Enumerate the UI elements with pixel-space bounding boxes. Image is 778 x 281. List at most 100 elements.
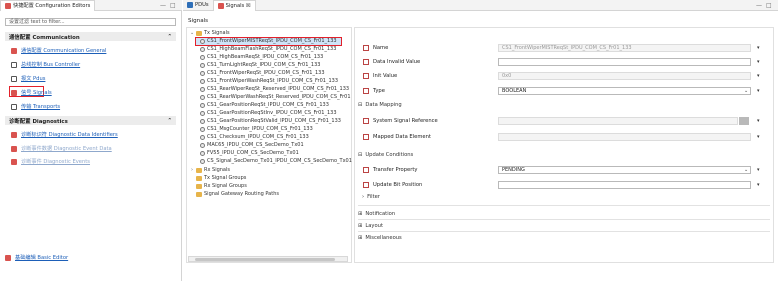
tree-signal-item[interactable]: CS1_FrontWiperWashReqSt_IPDU_COM_CS_Fr01… xyxy=(200,78,338,84)
system-signal-dropdown-icon[interactable]: ▾ xyxy=(757,118,760,124)
folder-icon xyxy=(196,191,202,197)
tree-group-rx-signal-groups[interactable]: Rx Signal Groups xyxy=(190,183,247,189)
left-panel-tabbar: 快捷配置 Configuration Editors — □ xyxy=(0,0,182,11)
tree-signal-item[interactable]: CS1_HighBeamFlashReqSt_IPDU_COM_CS_Fr01_… xyxy=(200,46,336,52)
data-invalid-field[interactable] xyxy=(498,58,751,66)
nav-basic-editor[interactable]: 基础编辑 Basic Editor xyxy=(5,254,68,261)
left-panel: 快捷配置 Configuration Editors — □ 设置过滤 text… xyxy=(0,0,182,281)
mapped-element-dropdown-icon[interactable]: ▾ xyxy=(757,134,760,140)
signal-icon xyxy=(11,89,17,96)
tree-label: CS1_GearPositionReqStInv_IPDU_COM_CS_Fr0… xyxy=(207,110,337,116)
signal-leaf-icon xyxy=(200,70,205,76)
collapse-icon[interactable]: ⊟ xyxy=(358,152,362,158)
minimize-icon[interactable]: — xyxy=(756,2,762,9)
expand-icon[interactable]: › xyxy=(190,167,194,173)
maximize-icon[interactable]: □ xyxy=(170,2,176,9)
section-miscellaneous[interactable]: ⊞ Miscellaneous xyxy=(358,235,402,241)
tree-signal-item[interactable]: CS1_GearPositionReqStValid_IPDU_COM_CS_F… xyxy=(200,118,341,124)
expand-icon[interactable]: › xyxy=(362,194,364,200)
signal-leaf-icon xyxy=(200,118,205,124)
nav-bus-controller[interactable]: 总线控制 Bus Controller xyxy=(11,61,80,68)
nav-signals[interactable]: 信号 Signals xyxy=(11,89,52,96)
tab-label: PDUs xyxy=(195,2,209,8)
section-title: 通信配置 Communication xyxy=(9,34,80,41)
nav-diagnostic-event-data[interactable]: 诊断事件数据 Diagnostic Event Data xyxy=(11,145,112,152)
tab-configuration-editors[interactable]: 快捷配置 Configuration Editors xyxy=(0,0,96,11)
tab-pdus[interactable]: PDUs xyxy=(183,0,213,11)
update-bit-field[interactable] xyxy=(498,181,751,189)
tree-label: CS1_FrontWiperReqSt_IPDU_COM_CS_Fr01_133 xyxy=(207,70,325,76)
transfer-select[interactable]: PENDING xyxy=(498,166,751,174)
tree-label: CS1_FrontWiperMISTReqSt_IPDU_COM_CS_Fr01… xyxy=(207,38,337,44)
filter-input[interactable]: 设置过滤 text to filter... xyxy=(5,18,176,26)
nav-label: 传输 Transports xyxy=(21,104,61,110)
tree-signal-item[interactable]: CS1_MsgCounter_IPDU_COM_CS_Fr01_133 xyxy=(200,126,313,132)
section-data-mapping[interactable]: ⊟ Data Mapping xyxy=(358,102,402,108)
folder-icon xyxy=(196,183,202,189)
system-signal-browse-button[interactable] xyxy=(739,117,749,125)
nav-transports[interactable]: 传输 Transports xyxy=(11,103,60,110)
section-diagnostics[interactable]: 诊断配置 Diagnostics ⌃ xyxy=(5,116,176,125)
data-invalid-dropdown-icon[interactable]: ▾ xyxy=(757,59,760,65)
tree-signal-item[interactable]: FV55_IPDU_COM_CS_SecDemo_Tx01 xyxy=(200,150,299,156)
expand-icon[interactable]: ⊞ xyxy=(358,211,362,217)
expand-icon[interactable]: ⌄ xyxy=(190,30,194,36)
tree-signal-item[interactable]: MAC65_IPDU_COM_CS_SecDemo_Tx01 xyxy=(200,142,304,148)
signal-leaf-icon xyxy=(200,62,205,68)
type-dropdown-icon[interactable]: ▾ xyxy=(757,88,760,94)
collapse-icon[interactable]: ⌃ xyxy=(167,118,172,124)
tree-signal-item[interactable]: CS_Signal_SecDemo_Tx01_IPDU_COM_CS_SecDe… xyxy=(200,158,352,164)
type-chevron-down-icon[interactable]: ⌄ xyxy=(744,88,748,94)
collapse-icon[interactable]: ⌃ xyxy=(167,34,172,40)
label-text: Update Bit Position xyxy=(373,182,423,188)
tree-signal-item[interactable]: CS1_Checksum_IPDU_COM_CS_Fr01_133 xyxy=(200,134,309,140)
section-layout[interactable]: ⊞ Layout xyxy=(358,223,383,229)
divider xyxy=(358,219,770,220)
tree-signal-item[interactable]: CS1_RearWiperReqSt_Reserved_IPDU_COM_CS_… xyxy=(200,86,349,92)
mapped-element-label: Mapped Data Element xyxy=(363,134,431,140)
tree-root-tx-signals[interactable]: ⌄ Tx Signals xyxy=(190,30,230,36)
tree-signal-item[interactable]: CS1_RearWiperWashReqSt_Reserved_IPDU_COM… xyxy=(200,94,351,100)
tree-label: CS1_FrontWiperWashReqSt_IPDU_COM_CS_Fr01… xyxy=(207,78,338,84)
mapped-element-field[interactable] xyxy=(498,133,751,141)
type-select[interactable]: BOOLEAN xyxy=(498,87,751,95)
collapse-icon[interactable]: ⊟ xyxy=(358,102,362,108)
name-field[interactable]: CS1_FrontWiperMISTReqSt_IPDU_COM_CS_Fr01… xyxy=(498,44,751,52)
tree-signal-item[interactable]: CS1_GearPositionReqSt_IPDU_COM_CS_Fr01_1… xyxy=(200,102,329,108)
tree-signal-item[interactable]: CS1_TurnLightReqSt_IPDU_COM_CS_Fr01_133 xyxy=(200,62,320,68)
tree-group-rx-signals[interactable]: › Rx Signals xyxy=(190,167,230,173)
nav-pdus[interactable]: 报文 Pdus xyxy=(11,75,45,82)
nav-label: 诊断标识符 Diagnostic Data Identifiers xyxy=(21,132,118,138)
transfer-dropdown-icon[interactable]: ▾ xyxy=(757,167,760,173)
signal-leaf-icon xyxy=(200,54,205,60)
tree-signal-item[interactable]: CS1_GearPositionReqStInv_IPDU_COM_CS_Fr0… xyxy=(200,110,337,116)
tree-group-gateway-routing[interactable]: Signal Gateway Routing Paths xyxy=(190,191,279,197)
section-filter[interactable]: › Filter xyxy=(362,194,380,200)
tree-horizontal-scrollbar[interactable] xyxy=(188,256,348,262)
section-label: Miscellaneous xyxy=(365,235,402,241)
update-bit-dropdown-icon[interactable]: ▾ xyxy=(757,182,760,188)
tree-signal-item[interactable]: CS1_FrontWiperReqSt_IPDU_COM_CS_Fr01_133 xyxy=(200,70,325,76)
event-icon xyxy=(11,158,17,165)
maximize-icon[interactable]: □ xyxy=(766,2,772,9)
expand-icon[interactable]: ⊞ xyxy=(358,223,362,229)
section-notification[interactable]: ⊞ Notification xyxy=(358,211,395,217)
name-dropdown-icon[interactable]: ▾ xyxy=(757,45,760,51)
init-value-dropdown-icon[interactable]: ▾ xyxy=(757,73,760,79)
minimize-icon[interactable]: — xyxy=(160,2,166,9)
tree-group-tx-signal-groups[interactable]: Tx Signal Groups xyxy=(190,175,246,181)
init-value-field[interactable]: 0x0 xyxy=(498,72,751,80)
section-communication[interactable]: 通信配置 Communication ⌃ xyxy=(5,32,176,41)
section-update-conditions[interactable]: ⊟ Update Conditions xyxy=(358,152,413,158)
type-icon xyxy=(363,88,369,94)
scrollbar-thumb[interactable] xyxy=(195,258,335,261)
tab-signals[interactable]: Signals ☒ xyxy=(212,0,256,11)
nav-communication-general[interactable]: 通信配置 Communication General xyxy=(11,47,106,54)
transfer-chevron-down-icon[interactable]: ⌄ xyxy=(744,167,748,173)
expand-icon[interactable]: ⊞ xyxy=(358,235,362,241)
nav-diagnostic-data-identifiers[interactable]: 诊断标识符 Diagnostic Data Identifiers xyxy=(11,131,118,138)
tree-signal-item[interactable]: CS1_HighBeamReqSt_IPDU_COM_CS_Fr01_133 xyxy=(200,54,323,60)
tree-signal-item[interactable]: CS1_FrontWiperMISTReqSt_IPDU_COM_CS_Fr01… xyxy=(200,38,337,44)
system-signal-field[interactable] xyxy=(498,117,738,125)
nav-diagnostic-events[interactable]: 诊断事件 Diagnostic Events xyxy=(11,158,90,165)
